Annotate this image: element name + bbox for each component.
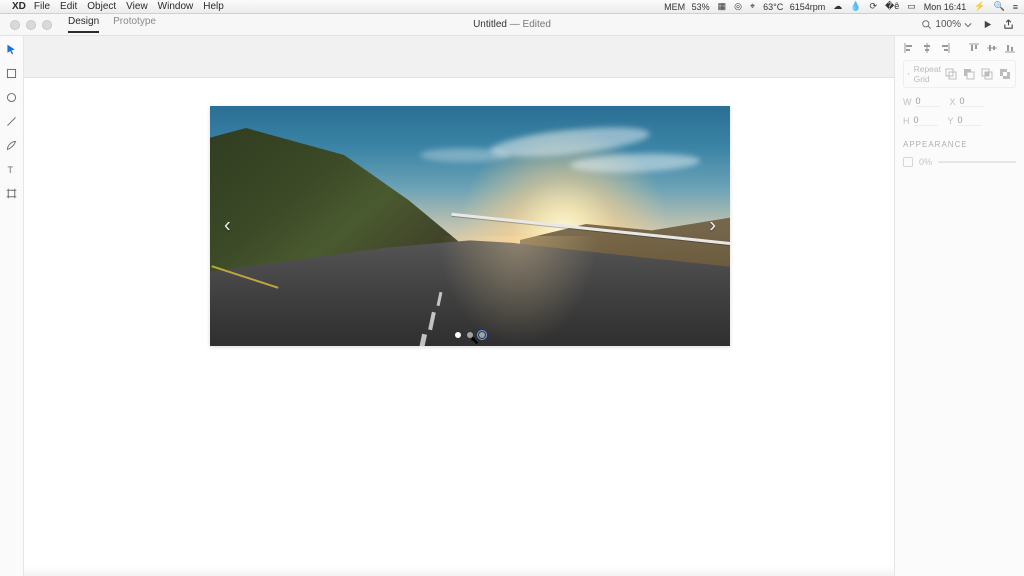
menubar-notifications-icon[interactable]: ≡ (1013, 2, 1018, 12)
tool-sidebar: T (0, 36, 24, 576)
share-icon (1003, 19, 1014, 30)
menu-window[interactable]: Window (158, 1, 194, 12)
app-titlebar: Design Prototype Untitled — Edited 100% (0, 14, 1024, 36)
share-button[interactable] (1003, 19, 1014, 30)
align-left-icon[interactable] (903, 42, 915, 54)
menubar-clock[interactable]: Mon 16:41 (924, 2, 967, 12)
chevron-left-icon: ‹ (224, 215, 231, 237)
canvas-area: ‹ › ⬉ (24, 36, 894, 576)
menubar-spotlight-icon[interactable]: 🔍 (994, 1, 1005, 12)
play-icon (982, 19, 993, 30)
width-input[interactable]: 0 (916, 96, 940, 107)
height-input[interactable]: 0 (914, 115, 938, 126)
align-top-icon[interactable] (968, 42, 980, 54)
rectangle-tool-icon (5, 67, 18, 80)
canvas[interactable]: ‹ › ⬉ (24, 78, 894, 576)
height-label: H (903, 116, 910, 126)
menubar-wifi-icon: �ê (885, 1, 899, 12)
x-input[interactable]: 0 (960, 96, 984, 107)
tab-prototype[interactable]: Prototype (113, 16, 156, 33)
text-tool[interactable]: T (5, 162, 19, 176)
window-controls[interactable] (0, 20, 52, 30)
line-tool[interactable] (5, 114, 19, 128)
properties-panel: Repeat Grid W0 X0 H0 Y0 APPEARANCE 0% (894, 36, 1024, 576)
carousel-dots[interactable] (455, 332, 485, 338)
menubar-mem: MEM 53% (664, 2, 710, 12)
pen-tool-icon (5, 139, 18, 152)
zoom-value: 100% (935, 19, 961, 30)
app-name[interactable]: XD (12, 1, 26, 12)
menubar-temp: 63°C 6154rpm (763, 2, 825, 12)
boolean-subtract-icon[interactable] (963, 68, 975, 80)
y-label: Y (948, 116, 954, 126)
carousel-dot-3[interactable] (479, 332, 485, 338)
menu-object[interactable]: Object (87, 1, 116, 12)
menu-file[interactable]: File (34, 1, 50, 12)
search-icon (921, 19, 932, 30)
align-bottom-icon[interactable] (1004, 42, 1016, 54)
ellipse-tool[interactable] (5, 90, 19, 104)
y-input[interactable]: 0 (958, 115, 982, 126)
opacity-value: 0% (919, 157, 932, 167)
ellipse-tool-icon (5, 91, 18, 104)
menubar-battery-icon: ⚡ (974, 1, 985, 12)
line-tool-icon (5, 115, 18, 128)
repeat-grid-label: Repeat Grid (914, 64, 941, 84)
menubar-status-icon: ▦ (718, 1, 727, 12)
appearance-heading: APPEARANCE (903, 140, 1016, 149)
repeat-grid-button[interactable]: Repeat Grid (903, 60, 1016, 88)
menubar-compass-icon: ◎ (734, 1, 742, 12)
preview-button[interactable] (982, 19, 993, 30)
carousel-prev-button[interactable]: ‹ (224, 215, 231, 238)
select-tool-icon (5, 43, 18, 56)
zoom-control[interactable]: 100% (921, 19, 972, 30)
menu-edit[interactable]: Edit (60, 1, 77, 12)
boolean-add-icon[interactable] (945, 68, 957, 80)
opacity-control[interactable]: 0% (903, 157, 1016, 167)
rectangle-tool[interactable] (5, 66, 19, 80)
select-tool[interactable] (5, 42, 19, 56)
menu-view[interactable]: View (126, 1, 148, 12)
chevron-down-icon (964, 22, 972, 28)
window-minimize-icon[interactable] (26, 20, 36, 30)
carousel-next-button[interactable]: › (709, 215, 716, 238)
document-title: Untitled — Edited (473, 19, 551, 30)
boolean-intersect-icon[interactable] (981, 68, 993, 80)
menubar-drop-icon: 💧 (850, 1, 861, 12)
artboard-tool-icon (5, 187, 18, 200)
x-label: X (950, 97, 956, 107)
width-label: W (903, 97, 912, 107)
menubar-location-icon: ⌖ (750, 1, 755, 12)
menubar-cloud-icon: ☁ (833, 1, 842, 12)
opacity-checkbox[interactable] (903, 157, 913, 167)
tab-design[interactable]: Design (68, 16, 99, 33)
artboard-tool[interactable] (5, 186, 19, 200)
menu-help[interactable]: Help (203, 1, 224, 12)
carousel-dot-2[interactable] (467, 332, 473, 338)
align-hcenter-icon[interactable] (921, 42, 933, 54)
macos-menubar: XD File Edit Object View Window Help MEM… (0, 0, 1024, 14)
artboard-carousel[interactable]: ‹ › ⬉ (210, 106, 730, 346)
chevron-right-icon: › (709, 215, 716, 237)
window-close-icon[interactable] (10, 20, 20, 30)
align-controls (903, 42, 1016, 54)
menubar-sync-icon: ⟳ (869, 1, 877, 12)
dimensions-row-1: W0 X0 (903, 96, 1016, 107)
grid-icon (908, 73, 910, 75)
align-right-icon[interactable] (939, 42, 951, 54)
opacity-slider[interactable] (938, 161, 1016, 163)
window-zoom-icon[interactable] (42, 20, 52, 30)
dimensions-row-2: H0 Y0 (903, 115, 1016, 126)
text-tool-icon: T (5, 163, 18, 176)
workspace: T ‹ (0, 36, 1024, 576)
svg-text:T: T (7, 164, 13, 174)
boolean-exclude-icon[interactable] (999, 68, 1011, 80)
menubar-display-icon: ▭ (907, 1, 916, 12)
mode-tabs: Design Prototype (68, 16, 156, 33)
canvas-ruler-strip (24, 36, 894, 78)
carousel-dot-1[interactable] (455, 332, 461, 338)
align-vcenter-icon[interactable] (986, 42, 998, 54)
pen-tool[interactable] (5, 138, 19, 152)
